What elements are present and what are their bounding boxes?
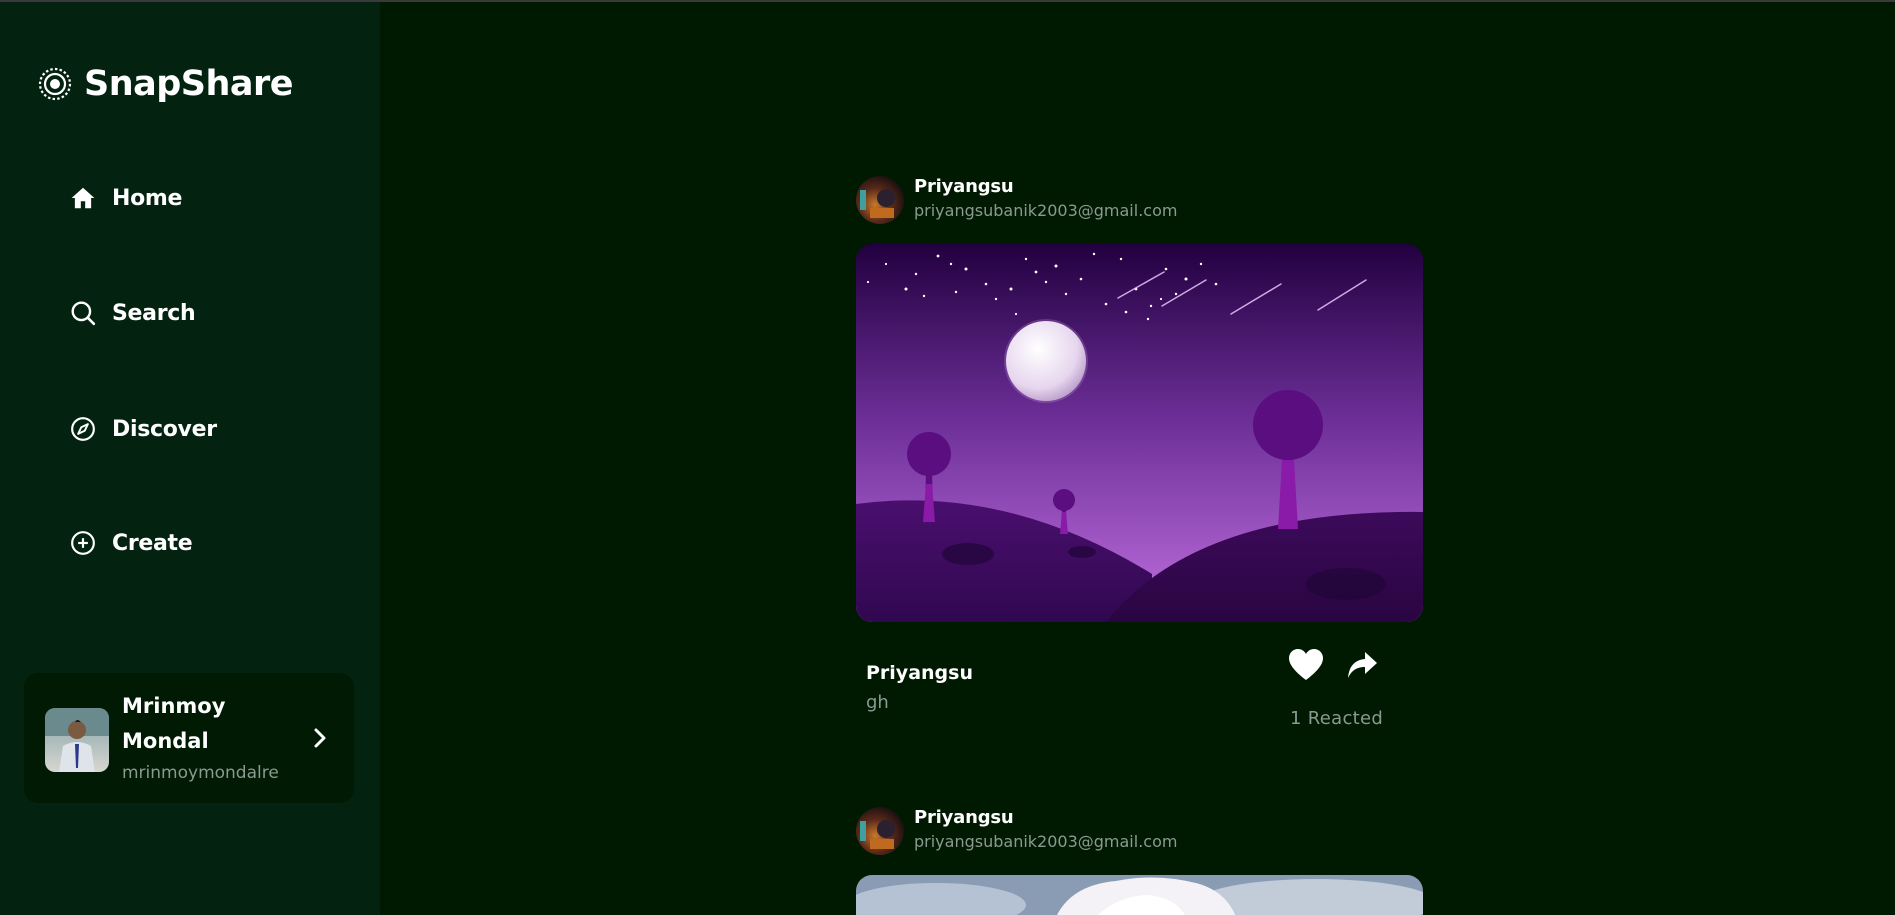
nav-item-label: Home	[112, 185, 183, 211]
profile-handle: mrinmoymondalre	[122, 763, 279, 783]
post-email: priyangsubanik2003@gmail.com	[914, 201, 1178, 220]
app-name: SnapShare	[84, 64, 294, 104]
compass-icon	[71, 417, 95, 441]
post-caption: gh	[866, 692, 889, 713]
search-icon	[71, 301, 96, 326]
nav-item-home[interactable]: Home	[70, 185, 182, 211]
caption-username[interactable]: Priyangsu	[866, 662, 973, 684]
post-image[interactable]	[856, 875, 1423, 915]
plus-circle-icon	[71, 531, 95, 555]
profile-card[interactable]: Mrinmoy Mondal mrinmoymondalre	[24, 673, 354, 803]
heart-icon[interactable]	[1288, 648, 1324, 682]
avatar[interactable]	[856, 176, 904, 224]
avatar	[45, 708, 109, 772]
post-username[interactable]: Priyangsu	[914, 176, 1177, 197]
post-username[interactable]: Priyangsu	[914, 807, 1177, 828]
chevron-right-icon[interactable]	[310, 725, 330, 751]
nav-item-discover[interactable]: Discover	[70, 416, 217, 442]
post-email: priyangsubanik2003@gmail.com	[914, 832, 1178, 851]
post-header: Priyangsu priyangsubanik2003@gmail.com	[856, 176, 1177, 224]
home-icon	[71, 187, 95, 209]
nav-item-label: Create	[112, 530, 193, 556]
nav-item-search[interactable]: Search	[70, 300, 196, 326]
nav-item-create[interactable]: Create	[70, 530, 193, 556]
reaction-count: 1 Reacted	[1290, 708, 1384, 729]
logo-icon	[38, 67, 72, 101]
nav-item-label: Search	[112, 300, 196, 326]
nav-item-label: Discover	[112, 416, 217, 442]
profile-name: Mrinmoy Mondal	[122, 694, 226, 753]
app-logo[interactable]: SnapShare	[38, 64, 294, 104]
post-header: Priyangsu priyangsubanik2003@gmail.com	[856, 807, 1177, 855]
share-icon[interactable]	[1346, 650, 1378, 680]
sidebar: SnapShare Home Search Discover Create Mr…	[0, 2, 380, 915]
avatar[interactable]	[856, 807, 904, 855]
post-image[interactable]	[856, 244, 1423, 622]
